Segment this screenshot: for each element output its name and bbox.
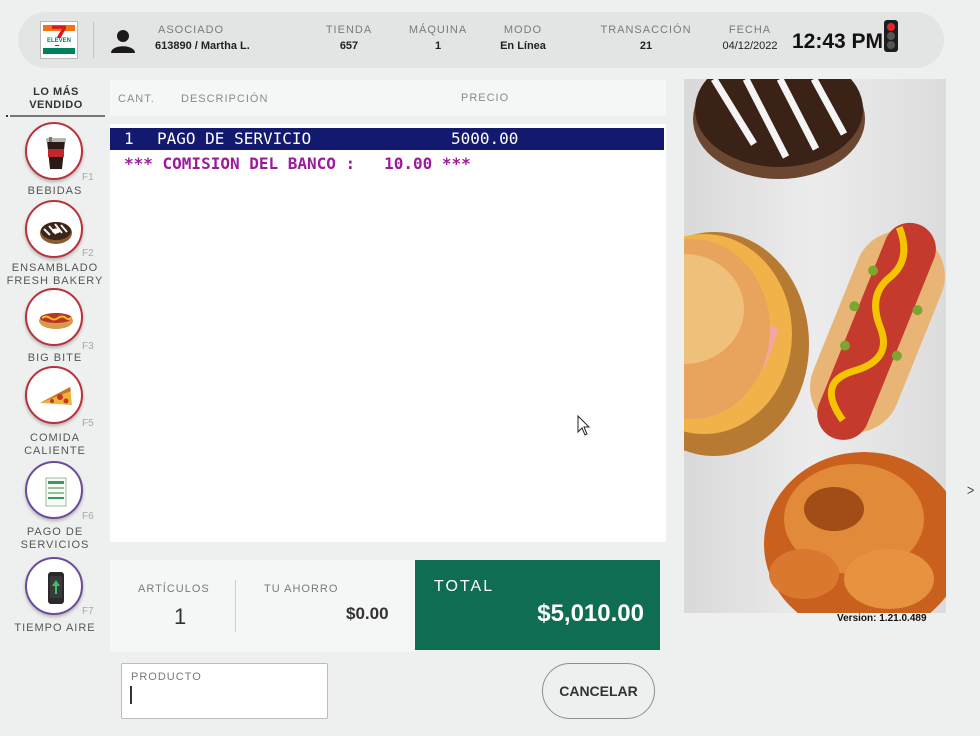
- category-key: F7: [82, 606, 94, 617]
- mouse-pointer-icon: [577, 415, 591, 436]
- product-input[interactable]: PRODUCTO: [121, 663, 328, 719]
- seven-eleven-logo: 7 ELEVEN: [40, 20, 78, 59]
- associate-value: 613890 / Martha L.: [155, 40, 250, 52]
- associate-label: ASOCIADO: [158, 24, 225, 36]
- category-key: F6: [82, 511, 94, 522]
- column-price: PRECIO: [461, 92, 510, 104]
- total-label: TOTAL: [434, 578, 495, 595]
- category-key: F5: [82, 418, 94, 429]
- line-description: PAGO DE SERVICIO: [157, 129, 312, 148]
- total-value: $5,010.00: [537, 600, 644, 627]
- category-label: COMIDA CALIENTE: [24, 432, 86, 457]
- column-description: DESCRIPCIÓN: [181, 93, 269, 105]
- category-label: ENSAMBLADO FRESH BAKERY: [6, 262, 104, 287]
- date-label: FECHA: [728, 24, 772, 36]
- pizza-slice-icon[interactable]: [25, 366, 83, 424]
- transaction-field: TRANSACCIÓN 21: [596, 24, 696, 52]
- savings-value: $0.00: [346, 604, 389, 623]
- column-qty: CANT.: [118, 93, 155, 105]
- product-input-label: PRODUCTO: [131, 671, 202, 683]
- edge-arrow-icon: ᐳ: [967, 486, 975, 497]
- mode-field: MODO En Línea: [486, 24, 560, 52]
- receipt-line-item[interactable]: 1 PAGO DE SERVICIO 5000.00: [110, 128, 664, 150]
- total-box: TOTAL $5,010.00: [415, 560, 660, 650]
- best-sellers-underline: [10, 115, 105, 117]
- rail-title-dot: [6, 115, 8, 117]
- items-count-value: 1: [174, 604, 187, 629]
- date-value: 04/12/2022: [722, 40, 778, 52]
- store-label: TIENDA: [325, 24, 373, 36]
- store-value: 657: [339, 40, 359, 52]
- machine-value: 1: [434, 40, 442, 52]
- text-cursor: [130, 686, 132, 704]
- date-field: FECHA 04/12/2022: [718, 24, 782, 52]
- receipt-icon[interactable]: [25, 461, 83, 519]
- clock: 12:43 PM: [792, 30, 884, 53]
- category-key: F3: [82, 341, 94, 352]
- receipt-list[interactable]: 1 PAGO DE SERVICIO 5000.00 *** COMISION …: [110, 124, 666, 542]
- category-key: F1: [82, 172, 94, 183]
- totals-panel: ARTÍCULOS 1 TU AHORRO $0.00: [110, 560, 416, 652]
- drink-cup-icon[interactable]: [25, 122, 83, 180]
- transaction-label: TRANSACCIÓN: [600, 24, 692, 36]
- best-sellers-title: LO MÁS VENDIDO: [29, 86, 83, 111]
- category-label: BIG BITE: [27, 352, 83, 364]
- header-bar: 7 ELEVEN ASOCIADO 613890 / Martha L. TIE…: [18, 12, 944, 68]
- savings-label: TU AHORRO: [264, 583, 339, 595]
- header-divider: [93, 22, 94, 58]
- hotdog-icon[interactable]: [25, 288, 83, 346]
- category-label: TIEMPO AIRE: [14, 622, 96, 634]
- bank-commission-note: *** COMISION DEL BANCO : 10.00 ***: [124, 154, 471, 173]
- machine-field: MÁQUINA 1: [400, 24, 476, 52]
- line-qty: 1: [124, 129, 134, 148]
- promo-food-image: [684, 79, 946, 613]
- logo-number: 7: [50, 20, 68, 53]
- status-light-icon: [884, 20, 898, 52]
- category-key: F2: [82, 248, 94, 259]
- category-label: BEBIDAS: [27, 185, 83, 197]
- logo-word: ELEVEN: [44, 38, 74, 45]
- receipt-header: CANT. DESCRIPCIÓN PRECIO: [110, 80, 666, 116]
- mobile-phone-icon[interactable]: [25, 557, 83, 615]
- totals-divider: [235, 580, 236, 632]
- line-price: 5000.00: [451, 129, 519, 148]
- cancel-button[interactable]: CANCELAR: [542, 663, 655, 719]
- mode-label: MODO: [503, 24, 543, 36]
- category-label: PAGO DE SERVICIOS: [20, 526, 90, 551]
- version-label: Version: 1.21.0.489: [837, 613, 927, 624]
- machine-label: MÁQUINA: [408, 24, 468, 36]
- donut-icon[interactable]: [25, 200, 83, 258]
- transaction-value: 21: [639, 40, 653, 52]
- items-count-label: ARTÍCULOS: [138, 583, 210, 595]
- associate-field: ASOCIADO 613890 / Martha L.: [155, 24, 275, 52]
- store-field: TIENDA 657: [314, 24, 384, 52]
- user-icon: [111, 30, 135, 53]
- mode-value: En Línea: [500, 40, 546, 52]
